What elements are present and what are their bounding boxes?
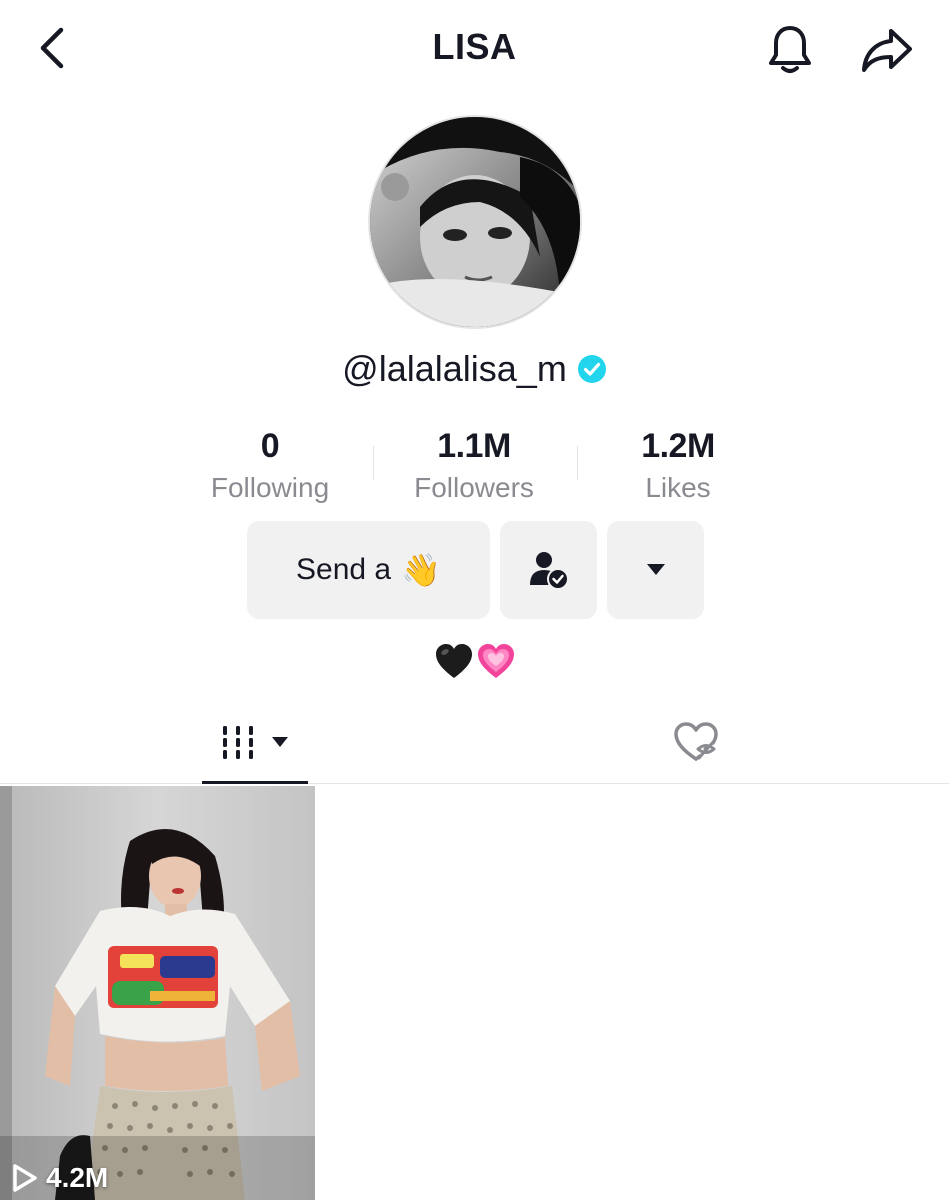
view-count: 4.2M — [12, 1162, 108, 1194]
followers-label: Followers — [414, 472, 534, 503]
stat-divider — [373, 446, 374, 480]
black-heart-icon — [435, 644, 472, 678]
stat-likes[interactable]: 1.2M Likes — [583, 426, 773, 508]
person-check-icon — [529, 552, 569, 590]
send-wave-label: Send a — [296, 553, 392, 586]
waving-hand-icon: 👋 — [401, 552, 441, 588]
profile-photo — [370, 117, 580, 327]
following-label: Following — [210, 472, 330, 503]
suggested-accounts-button[interactable] — [607, 521, 704, 619]
send-wave-button[interactable]: Send a 👋 — [247, 521, 490, 619]
following-count: 0 — [260, 427, 280, 465]
back-button[interactable] — [28, 22, 76, 74]
view-count-value: 4.2M — [46, 1162, 109, 1193]
stat-following[interactable]: 0 Following — [175, 426, 365, 508]
pink-heart-icon — [477, 644, 514, 678]
bell-icon — [769, 26, 811, 73]
notifications-button[interactable] — [760, 20, 820, 80]
share-button[interactable] — [855, 20, 919, 80]
caret-down-icon — [272, 737, 288, 747]
following-status-button[interactable] — [500, 521, 597, 619]
play-icon — [13, 1164, 37, 1192]
likes-count: 1.2M — [641, 427, 715, 465]
stat-divider — [577, 446, 578, 480]
active-tab-indicator — [202, 781, 308, 784]
stat-followers[interactable]: 1.1M Followers — [379, 426, 569, 508]
video-thumbnail[interactable]: 4.2M — [0, 786, 315, 1200]
username-row: @lalalalisa_m — [0, 348, 949, 390]
caret-down-icon — [646, 564, 665, 575]
grid-columns-icon — [223, 726, 253, 759]
tab-videos[interactable] — [202, 700, 308, 784]
bio — [0, 642, 949, 680]
video-thumbnail-image — [0, 786, 315, 1200]
chevron-left-icon — [40, 27, 64, 69]
top-bar: LISA — [0, 0, 949, 100]
share-arrow-icon — [862, 29, 912, 72]
heart-hidden-icon — [674, 722, 718, 761]
content-tabs — [0, 700, 949, 784]
followers-count: 1.1M — [437, 427, 511, 465]
tab-liked-videos[interactable] — [666, 718, 726, 766]
profile-stats: 0 Following 1.1M Followers 1.2M Likes — [0, 426, 949, 510]
likes-label: Likes — [645, 472, 711, 503]
verified-badge-icon — [577, 355, 606, 383]
username: @lalalalisa_m — [342, 348, 567, 389]
avatar[interactable] — [368, 115, 582, 329]
